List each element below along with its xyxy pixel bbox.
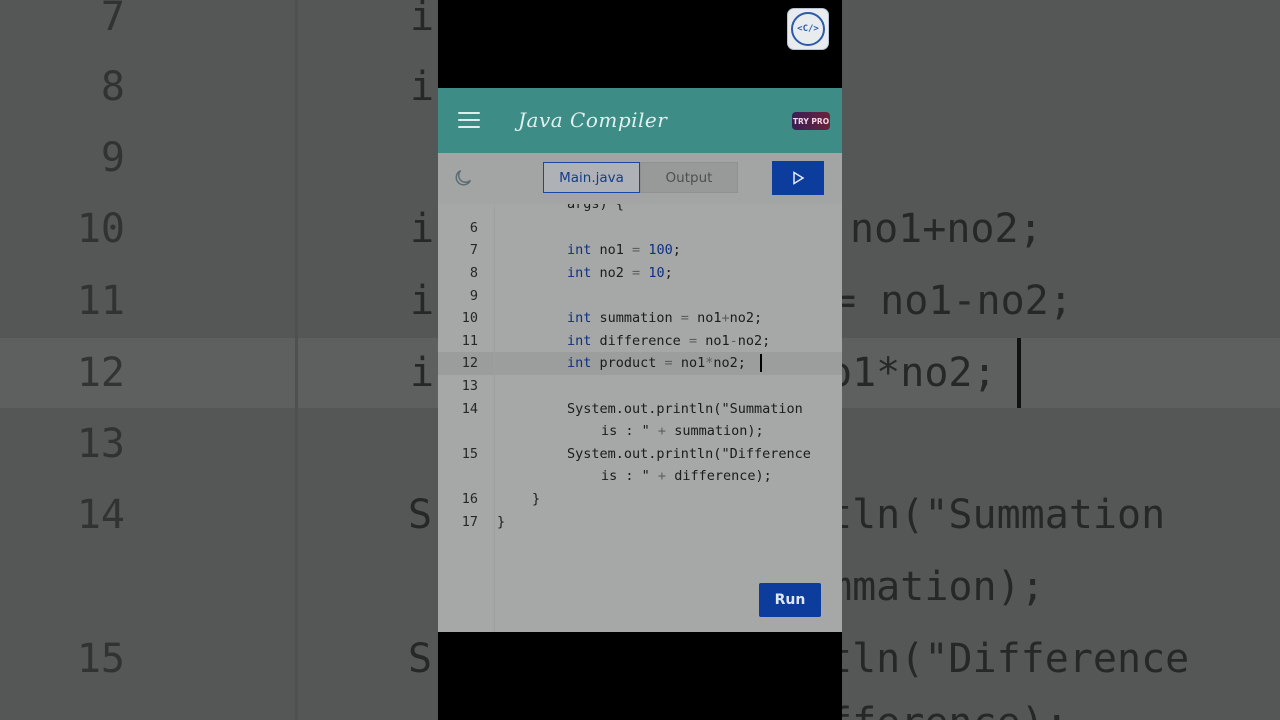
background-code-fragment: tln("Summation: [842, 492, 1166, 538]
line-number: 12: [461, 355, 478, 371]
logo-mark-icon: <C/>: [791, 12, 825, 46]
background-code-fragment: o1*no2;: [842, 350, 997, 396]
line-number: 9: [469, 288, 478, 304]
code-line: System.out.println("Summation: [567, 401, 803, 417]
background-code-fragment: i: [410, 278, 435, 324]
phone-screen: <C/> Java Compiler TRY PRO Main.java Out…: [438, 0, 842, 720]
background-code-fragment: no1+no2;: [850, 206, 1043, 252]
code-line: int difference = no1-no2;: [567, 333, 771, 349]
background-code-fragment: fference);: [842, 700, 1069, 720]
background-zoom-right: no1+no2; = no1-no2; o1*no2; tln("Summati…: [842, 0, 1280, 720]
background-line-number: 10: [76, 206, 125, 252]
background-line-number: 12: [76, 350, 125, 396]
code-line: int no1 = 100;: [567, 242, 681, 258]
background-code-fragment: tln("Difference: [842, 636, 1190, 682]
try-pro-badge[interactable]: TRY PRO: [792, 112, 830, 130]
background-line-number: 9: [100, 135, 125, 181]
line-number: 8: [469, 265, 478, 281]
background-line-number: 15: [76, 636, 125, 682]
app-bar: Java Compiler TRY PRO: [438, 88, 842, 153]
code-line: int summation = no1+no2;: [567, 310, 763, 326]
tab-main-java[interactable]: Main.java: [543, 162, 640, 193]
channel-logo: <C/>: [787, 8, 829, 50]
background-code-fragment: S: [408, 492, 433, 538]
code-line: int no2 = 10;: [567, 265, 673, 281]
background-code-fragment: = no1-no2;: [842, 278, 1073, 324]
code-line: System.out.println("Difference: [567, 446, 811, 462]
gutter-divider: [494, 204, 495, 632]
background-line-number: 7: [100, 0, 125, 40]
background-gutter-divider: [295, 0, 298, 720]
line-number: 7: [469, 242, 478, 258]
tab-output[interactable]: Output: [640, 162, 738, 193]
line-number: 17: [461, 514, 478, 530]
code-line-wrap: is : " + difference);: [601, 468, 772, 484]
run-button[interactable]: Run: [759, 583, 821, 617]
background-code-fragment: i: [410, 206, 435, 252]
line-number: 10: [461, 310, 478, 326]
play-icon: [793, 171, 805, 185]
code-line: int product = no1*no2;: [567, 355, 746, 371]
line-number: 16: [461, 491, 478, 507]
background-code-fragment: i: [410, 0, 435, 40]
run-play-button[interactable]: [772, 161, 824, 195]
text-cursor: [760, 354, 762, 372]
code-line-wrap: is : " + summation);: [601, 423, 764, 439]
code-line: }: [497, 514, 506, 530]
background-line-number: 11: [76, 278, 125, 324]
moon-icon[interactable]: [452, 167, 474, 189]
code-editor[interactable]: args) { 6 7 int no1 = 100; 8 int no2 = 1…: [438, 204, 842, 632]
line-number: 13: [461, 378, 478, 394]
background-line-number: 13: [76, 421, 125, 467]
line-number: 11: [461, 333, 478, 349]
code-line: }: [532, 491, 541, 507]
background-code-fragment: i: [410, 350, 435, 396]
editor-toolbar: Main.java Output: [438, 153, 842, 204]
hamburger-menu-icon[interactable]: [458, 112, 480, 130]
background-line-number: 14: [76, 492, 125, 538]
code-line-partial: args) {: [567, 204, 624, 212]
background-code-fragment: mmation);: [842, 564, 1045, 610]
line-number: 6: [469, 220, 478, 236]
line-number: 14: [461, 401, 478, 417]
background-line-number: 8: [100, 64, 125, 110]
background-code-fragment: i: [410, 64, 435, 110]
background-code-fragment: S: [408, 636, 433, 682]
line-number: 15: [461, 446, 478, 462]
app-title: Java Compiler: [518, 108, 668, 132]
background-zoom-left: 7 8 9 10 11 12 13 14 15 i i i i i S S: [0, 0, 438, 720]
background-text-cursor: [1017, 338, 1021, 408]
